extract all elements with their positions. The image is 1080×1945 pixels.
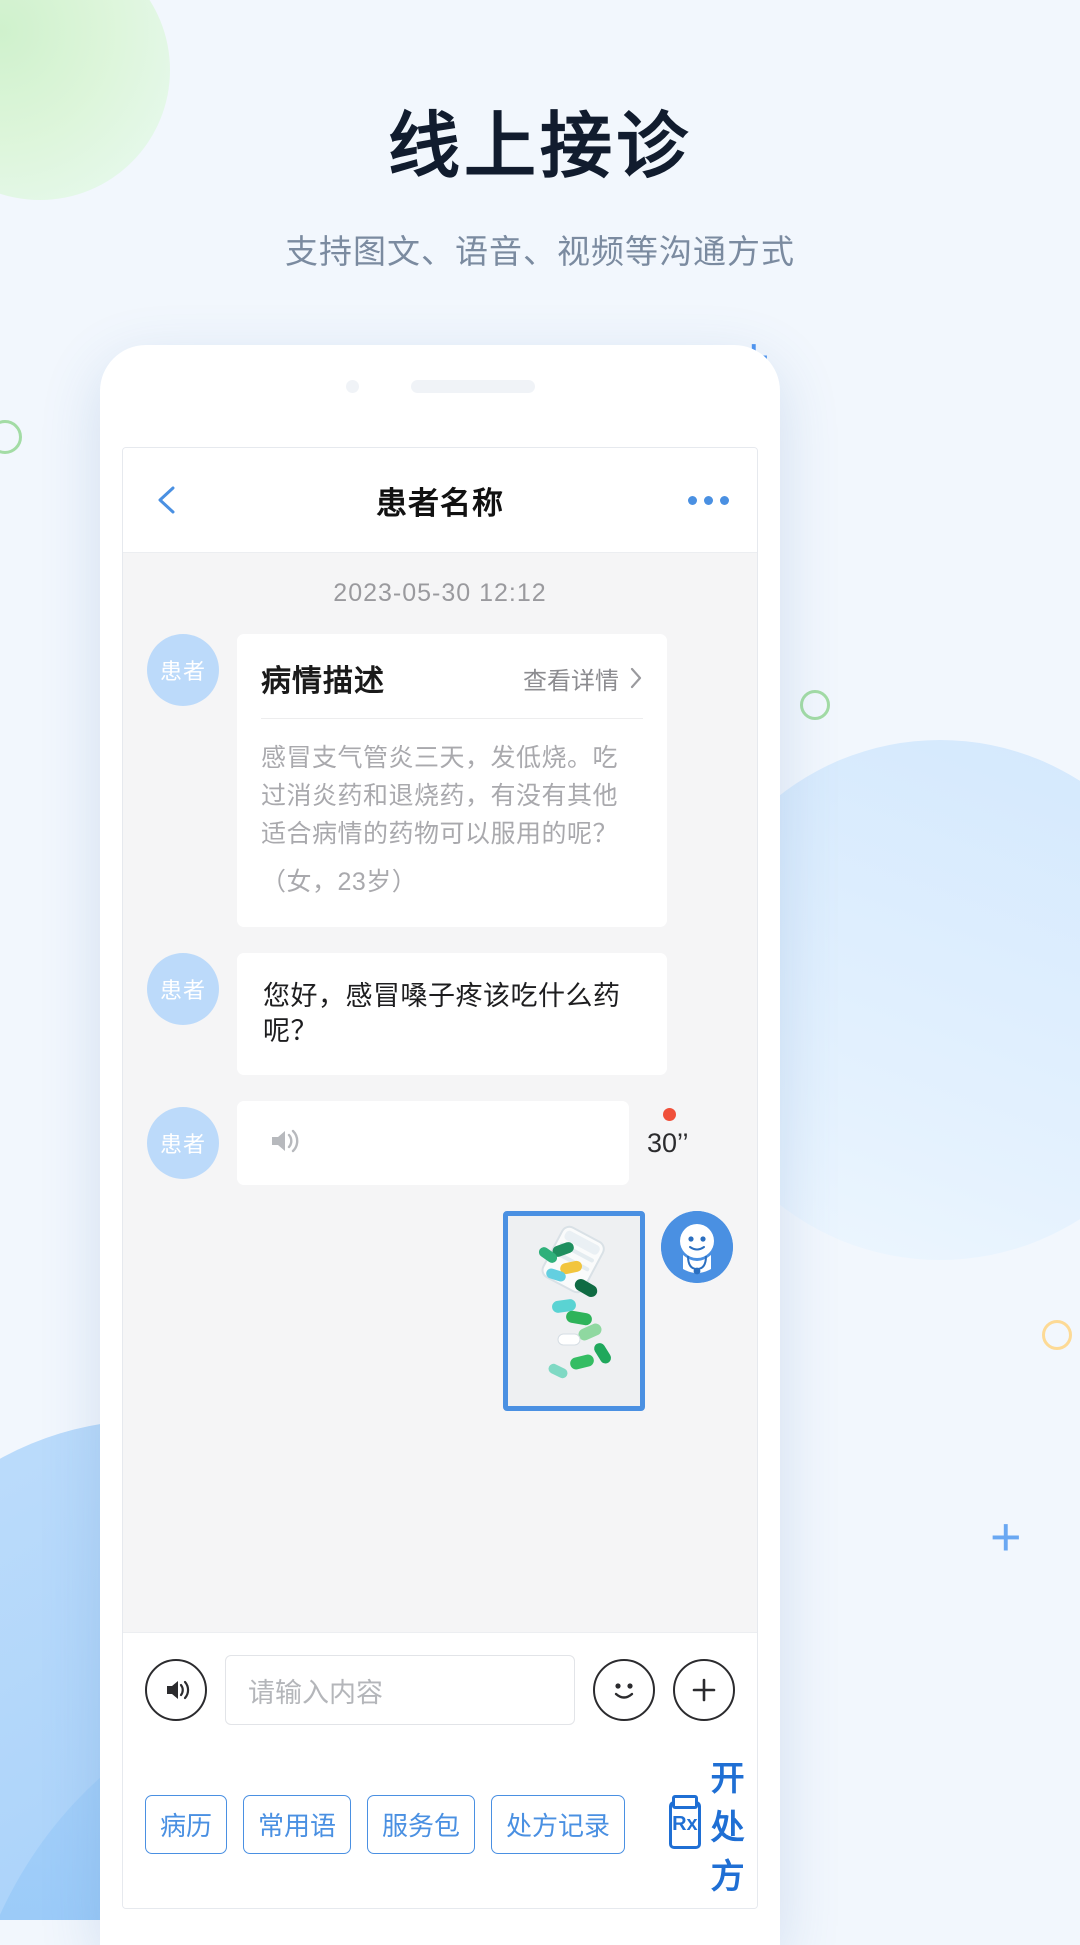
voice-duration: 30’’ [647,1127,689,1158]
voice-record-icon[interactable] [145,1659,207,1721]
chevron-right-icon [630,667,642,689]
chat-screen: 患者名称 2023-05-30 12:12 患者 病情描述 查看详情 感冒支气管… [122,447,758,1909]
record-card-body: 感冒支气管炎三天，发低烧。吃过消炎药和退烧药，有没有其他适合病情的药物可以服用的… [237,719,667,923]
illness-description-card[interactable]: 病情描述 查看详情 感冒支气管炎三天，发低烧。吃过消炎药和退烧药，有没有其他适合… [237,634,667,927]
phone-mockup: 患者名称 2023-05-30 12:12 患者 病情描述 查看详情 感冒支气管… [100,345,780,1945]
text-message-bubble[interactable]: 您好，感冒嗓子疼该吃什么药呢？ [237,953,667,1076]
view-detail-label: 查看详情 [523,667,619,695]
page-title: 线上接诊 [387,107,692,187]
image-message[interactable] [503,1211,645,1412]
quick-action-tags: 病历 常用语 服务包 处方记录 Rx 开处方 [145,1725,745,1908]
message-input-placeholder: 请输入内容 [248,1677,383,1708]
voice-message-bubble[interactable] [237,1101,629,1186]
unread-dot-icon [663,1107,676,1121]
green-ring-icon [0,420,22,454]
more-dots-icon[interactable] [688,495,729,505]
prescribe-label: 开处方 [710,1760,746,1896]
record-card-header: 病情描述 查看详情 [237,634,667,718]
phone-notch [100,345,780,401]
doctor-avatar [661,1211,733,1284]
yellow-ring-icon [1042,1320,1072,1350]
chat-title: 患者名称 [376,485,504,521]
voice-wave-icon [263,1121,303,1166]
illness-text: 感冒支气管炎三天，发低烧。吃过消炎药和退烧药，有没有其他适合病情的药物可以服用的… [261,744,619,848]
message-row-voice: 患者 30’’ [147,1101,733,1186]
avatar: 患者 [147,1107,219,1180]
message-row-text: 患者 您好，感冒嗓子疼该吃什么药呢？ [147,953,733,1076]
tag-common-phrases[interactable]: 常用语 [243,1795,352,1854]
green-ring-icon [800,690,830,720]
gender-age-text: （女，23岁） [261,868,418,896]
tag-prescription-history[interactable]: 处方记录 [491,1795,626,1854]
speaker-bar-icon [410,379,535,393]
tag-service-package[interactable]: 服务包 [367,1795,476,1854]
chat-input-bar: 请输入内容 病历 常用语 服务包 处方记录 Rx 开处方 [123,1632,757,1908]
chat-header: 患者名称 [123,448,757,553]
camera-dot-icon [345,379,359,393]
input-row: 请输入内容 [145,1655,735,1725]
avatar: 患者 [147,634,219,706]
message-row-record: 患者 病情描述 查看详情 感冒支气管炎三天，发低烧。吃过消炎药和退烧药，有没有其… [147,634,733,927]
voice-duration-wrap: 30’’ [647,1107,689,1159]
message-list[interactable]: 2023-05-30 12:12 患者 病情描述 查看详情 感冒支气管炎三天，发… [123,553,757,1632]
record-card-title: 病情描述 [261,665,385,698]
message-row-image [147,1211,733,1412]
chevron-left-icon[interactable] [151,483,185,517]
smiley-icon[interactable] [593,1659,655,1721]
message-input[interactable]: 请输入内容 [225,1655,575,1725]
plus-circle-icon[interactable] [673,1659,735,1721]
avatar: 患者 [147,953,219,1025]
hero-section: 线上接诊 支持图文、语音、视频等沟通方式 [0,0,1080,273]
pill-photo [508,1216,640,1407]
plus-decoration-icon: + [990,1507,1022,1567]
view-detail-link[interactable]: 查看详情 [523,661,643,696]
message-timestamp: 2023-05-30 12:12 [333,579,547,607]
prescription-pad-icon: Rx [669,1800,701,1849]
page-subtitle: 支持图文、语音、视频等沟通方式 [285,233,795,271]
tag-medical-record[interactable]: 病历 [145,1795,228,1854]
prescribe-button[interactable]: Rx 开处方 [669,1751,757,1898]
